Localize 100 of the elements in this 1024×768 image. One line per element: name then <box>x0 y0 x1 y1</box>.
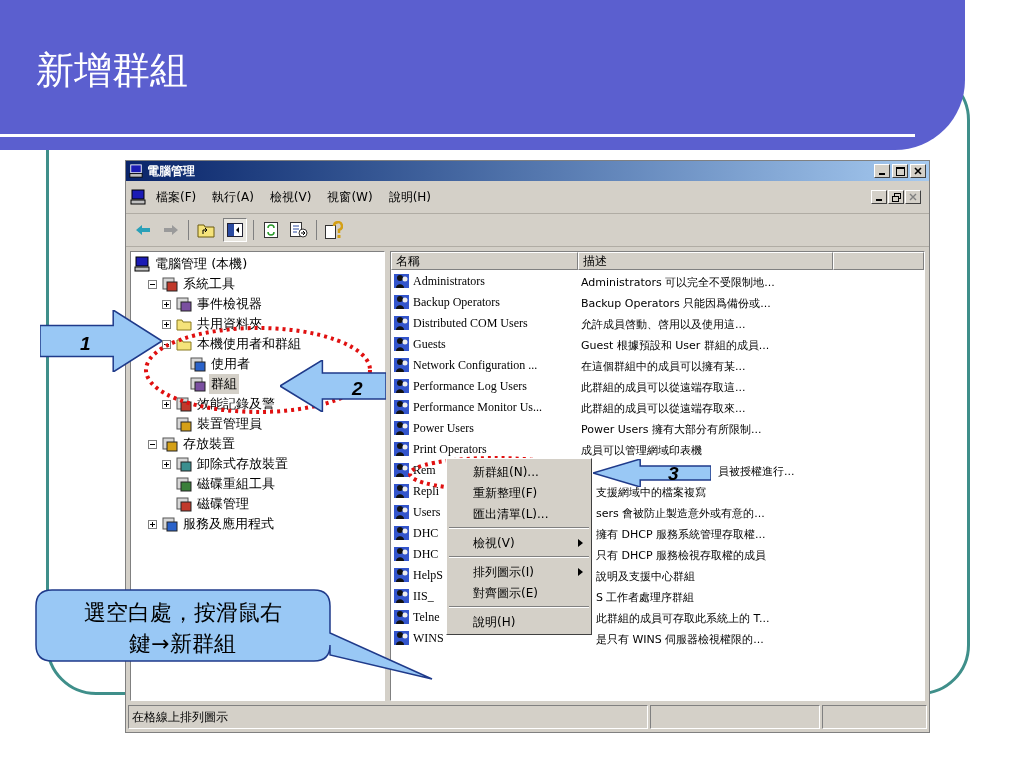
minimize-button[interactable] <box>874 164 890 178</box>
group-icon <box>394 461 410 478</box>
group-icon <box>394 608 410 625</box>
expand-toggle[interactable] <box>148 519 157 529</box>
group-name[interactable]: Network Configuration ... <box>413 355 538 374</box>
group-name[interactable]: IIS_ <box>413 586 434 605</box>
group-name[interactable]: DHC <box>413 523 439 542</box>
group-name[interactable]: Performance Log Users <box>413 376 527 395</box>
group-name[interactable]: Users <box>413 502 441 521</box>
group-description: Backup Operators 只能因爲備份或... <box>581 296 771 310</box>
group-name[interactable]: Administrators <box>413 271 485 290</box>
tree-item[interactable]: 系統工具 <box>181 274 237 294</box>
minimize-button[interactable] <box>871 190 887 204</box>
group-description: 成員可以管理網域印表機 <box>581 443 702 457</box>
restore-button[interactable] <box>888 190 904 204</box>
group-name[interactable]: Guests <box>413 334 446 353</box>
group-description: 此群組的成員可存取此系統上的 T... <box>596 611 770 625</box>
menu-item[interactable]: 視窗(W) <box>321 188 379 206</box>
column-header[interactable] <box>833 252 924 270</box>
group-icon <box>394 440 410 457</box>
context-menu-item[interactable]: 對齊圖示(E) <box>447 582 591 603</box>
expand-toggle[interactable] <box>162 459 171 469</box>
tree-item[interactable]: 磁碟重組工具 <box>195 474 277 494</box>
export-button[interactable] <box>288 219 310 241</box>
tool-icon <box>176 456 192 472</box>
menu-item[interactable]: 說明(H) <box>382 188 438 206</box>
tree-item[interactable]: 使用者 <box>209 354 252 374</box>
group-icon <box>394 335 410 352</box>
close-button[interactable] <box>910 164 926 178</box>
context-menu-item[interactable]: 匯出清單(L)... <box>447 503 591 524</box>
group-name[interactable]: Telne <box>413 607 440 626</box>
menu-item[interactable]: 檔案(F) <box>150 188 203 206</box>
maximize-icon <box>895 166 905 176</box>
group-name[interactable]: WINS <box>413 628 444 647</box>
collapse-toggle[interactable] <box>162 339 171 349</box>
context-menu-item[interactable]: 新群組(N)... <box>447 461 591 482</box>
group-name[interactable]: Rem <box>413 460 436 479</box>
context-menu-item[interactable]: 排列圖示(I) <box>447 561 591 582</box>
refresh-icon <box>264 222 278 238</box>
group-name[interactable]: Print Operators <box>413 439 487 458</box>
group-description: 在這個群組中的成員可以擁有某... <box>581 359 746 373</box>
tree-item[interactable]: 共用資料夾 <box>195 314 264 334</box>
menu-item[interactable]: 執行(A) <box>206 188 260 206</box>
tree-item[interactable]: 磁碟管理 <box>195 494 251 514</box>
group-name[interactable]: Power Users <box>413 418 474 437</box>
computer-icon <box>134 256 150 272</box>
group-name[interactable]: HelpS <box>413 565 443 584</box>
context-menu-item[interactable]: 說明(H) <box>447 611 591 632</box>
group-name[interactable]: Distributed COM Users <box>413 313 528 332</box>
group-icon <box>394 545 410 562</box>
step-number: 2 <box>352 377 363 401</box>
help-icon <box>325 221 343 239</box>
group-description: 支援網域中的檔案複寫 <box>596 485 706 499</box>
expand-toggle[interactable] <box>162 399 171 409</box>
tree-item[interactable]: 群組 <box>209 374 239 394</box>
group-icon <box>394 377 410 394</box>
tree-item[interactable]: 本機使用者和群組 <box>195 334 303 354</box>
close-icon <box>909 193 917 201</box>
group-description: sers 會被防止製造意外或有意的... <box>596 506 765 520</box>
group-description: 允許成員啓動、啓用以及使用這... <box>581 317 746 331</box>
collapse-toggle[interactable] <box>148 279 157 289</box>
tree-item[interactable]: 電腦管理 (本機) <box>153 254 250 274</box>
submenu-arrow-icon <box>578 567 583 576</box>
collapse-toggle[interactable] <box>148 439 157 449</box>
tool-icon <box>162 276 178 292</box>
tree-toggle-button[interactable] <box>223 218 247 242</box>
tree-item[interactable]: 存放裝置 <box>181 434 237 454</box>
column-header[interactable]: 名稱 <box>391 252 578 270</box>
context-menu-item[interactable]: 檢視(V) <box>447 532 591 553</box>
expand-toggle[interactable] <box>162 299 171 309</box>
group-icon <box>394 482 410 499</box>
group-icon <box>394 566 410 583</box>
group-icon <box>394 419 410 436</box>
expand-toggle[interactable] <box>162 319 171 329</box>
group-description: Administrators 可以完全不受限制地... <box>581 275 775 289</box>
tool-icon <box>176 416 192 432</box>
computer-icon <box>129 164 143 178</box>
help-button[interactable] <box>323 219 345 241</box>
tool-icon <box>176 296 192 312</box>
context-menu-item[interactable]: 重新整理(F) <box>447 482 591 503</box>
column-header[interactable]: 描述 <box>578 252 833 270</box>
close-button[interactable] <box>905 190 921 204</box>
group-name[interactable]: Performance Monitor Us... <box>413 397 542 416</box>
group-name[interactable]: Backup Operators <box>413 292 500 311</box>
window-title: 電腦管理 <box>147 163 195 180</box>
group-description: 說明及支援中心群組 <box>596 569 695 583</box>
tool-icon <box>176 396 192 412</box>
status-text: 在格線上排列圖示 <box>128 705 648 729</box>
group-icon <box>394 272 410 289</box>
tree-item[interactable]: 卸除式存放裝置 <box>195 454 290 474</box>
tree-item[interactable]: 事件檢視器 <box>195 294 264 314</box>
group-name[interactable]: DHC <box>413 544 439 563</box>
tree-item[interactable]: 裝置管理員 <box>195 414 264 434</box>
forward-arrow-icon <box>163 224 179 236</box>
tool-icon <box>176 496 192 512</box>
maximize-button[interactable] <box>892 164 908 178</box>
group-name[interactable]: Repli <box>413 481 439 500</box>
group-description: 是只有 WINS 伺服器檢視權限的... <box>596 632 764 646</box>
menu-item[interactable]: 檢視(V) <box>263 188 318 206</box>
tree-item[interactable]: 服務及應用程式 <box>181 514 276 534</box>
